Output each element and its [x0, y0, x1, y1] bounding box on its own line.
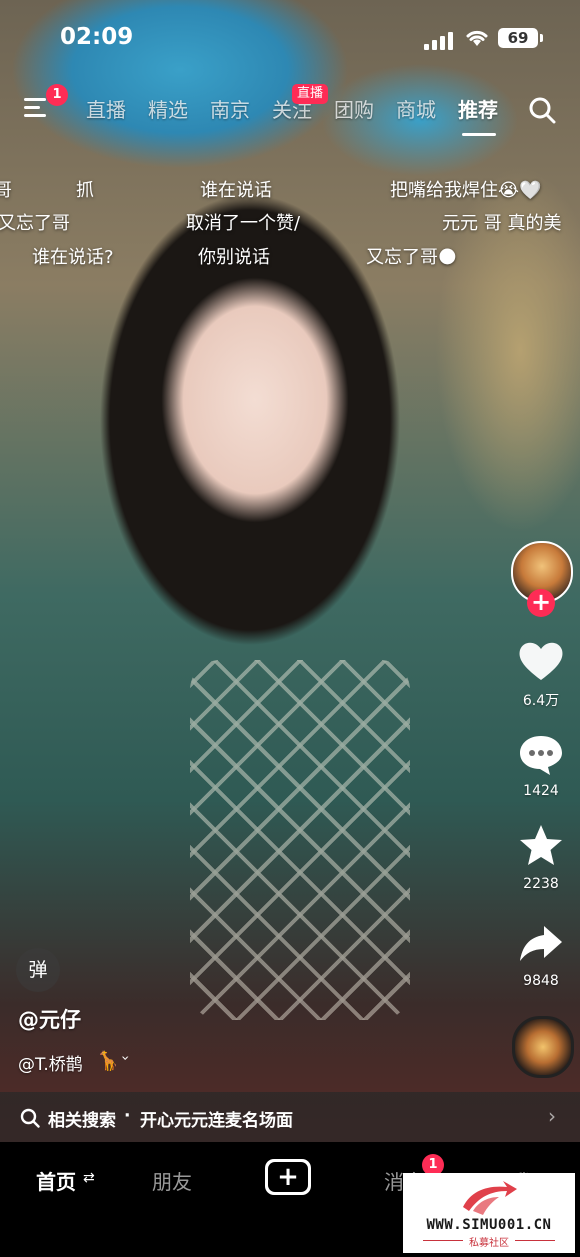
tab-recommended[interactable]: 推荐 [458, 94, 498, 123]
site-watermark: WWW.SIMU001.CN 私募社区 [403, 1173, 575, 1253]
menu-badge: 1 [46, 84, 68, 106]
create-button-inner: + [268, 1162, 308, 1192]
danmaku-toggle-button[interactable]: 弹 [16, 948, 60, 992]
related-search-label: 相关搜索 [48, 1111, 116, 1131]
share-count: 9848 [523, 973, 559, 989]
danmaku-comment: 你别说话 [198, 247, 270, 268]
wifi-icon [464, 27, 490, 52]
tab-mall[interactable]: 商城 [396, 94, 436, 123]
watermark-divider [515, 1240, 555, 1241]
plus-icon: + [277, 1162, 299, 1192]
refresh-icon: ⇄ [83, 1170, 95, 1186]
favorite-star-icon[interactable] [516, 822, 566, 868]
top-nav: 1 直播 精选 南京 关注 直播 团购 商城 推荐 [0, 84, 580, 136]
menu-icon[interactable] [24, 98, 48, 118]
danmaku-comment: 把嘴给我焊住😭🤍 [390, 180, 542, 201]
status-time: 02:09 [60, 24, 134, 50]
active-tab-indicator [462, 133, 496, 136]
watermark-subtitle: 私募社区 [469, 1238, 509, 1249]
like-icon[interactable] [516, 638, 566, 684]
danmaku-comment: 又忘了哥 [0, 213, 70, 234]
video-bead-overlay [190, 660, 410, 1020]
comment-count: 1424 [523, 783, 559, 799]
comment-icon[interactable] [516, 732, 566, 778]
danmaku-comment: 取消了一个赞/ [186, 213, 301, 234]
tab-live[interactable]: 直播 [86, 94, 126, 123]
author-name[interactable]: @元仔 [18, 1004, 81, 1034]
danmaku-comment: 谁在说话? [32, 247, 114, 268]
related-search-bar[interactable]: 相关搜索 · 开心元元连麦名场面 › [0, 1092, 580, 1144]
watermark-logo-icon [457, 1177, 521, 1219]
music-disc-icon[interactable] [512, 1016, 574, 1078]
battery-indicator: 69 [498, 28, 543, 48]
danmaku-comment: 又忘了哥🌑 [366, 247, 457, 268]
favorite-count: 2238 [523, 876, 559, 892]
live-badge: 直播 [292, 84, 329, 104]
related-search-separator: · [124, 1106, 131, 1126]
tab-friends[interactable]: 朋友 [152, 1166, 192, 1195]
danmaku-comment: 谁在说话 [200, 180, 272, 201]
search-icon [20, 1108, 40, 1128]
status-bar: 02:09 69 [0, 0, 580, 80]
danmaku-comment: 元元 哥 真的美 [442, 213, 562, 234]
chevron-right-icon: › [548, 1104, 556, 1128]
watermark-url: WWW.SIMU001.CN [426, 1217, 552, 1233]
tab-local[interactable]: 南京 [210, 94, 250, 123]
tab-featured[interactable]: 精选 [148, 94, 188, 123]
like-count: 6.4万 [522, 693, 560, 709]
related-search-query: 开心元元连麦名场面 [140, 1111, 293, 1131]
tab-home[interactable]: 首页 [36, 1166, 76, 1195]
mentioned-user[interactable]: @T.桥鹊 [18, 1050, 83, 1075]
tab-group-buy[interactable]: 团购 [334, 94, 374, 123]
search-icon[interactable] [528, 96, 556, 124]
cellular-signal-icon [424, 30, 454, 50]
danmaku-comment: 哥 [0, 180, 12, 201]
follow-button[interactable]: + [527, 589, 555, 617]
danmaku-comment: 抓 [76, 180, 94, 201]
chevron-down-icon[interactable]: › [117, 1055, 133, 1061]
share-arrow-icon[interactable] [516, 920, 566, 966]
create-button[interactable]: + [265, 1159, 311, 1195]
